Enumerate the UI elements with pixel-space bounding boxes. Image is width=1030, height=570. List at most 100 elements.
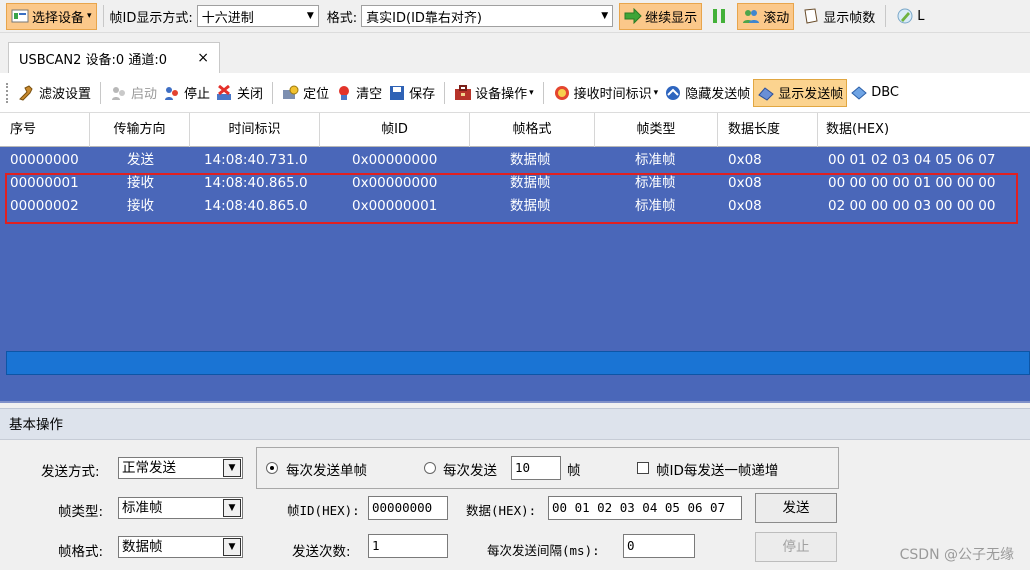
send-button[interactable]: 发送 — [755, 493, 837, 523]
send-interval-label: 每次发送间隔(ms): — [487, 543, 600, 558]
toolbar-separator — [100, 81, 102, 104]
column-header[interactable]: 传输方向 — [90, 113, 190, 147]
filter-settings-label: 滤波设置 — [39, 87, 92, 102]
stop-label: 停止 — [184, 87, 211, 102]
close-button[interactable]: 关闭 — [213, 79, 266, 107]
chevron-down-icon: ▼ — [223, 499, 241, 517]
table-row[interactable]: 00000000 发送 14:08:40.731.0 0x00000000 数据… — [0, 149, 1030, 172]
wrench-icon — [19, 84, 33, 101]
select-device-button[interactable]: 选择设备 ▾ — [6, 2, 97, 30]
close-label: 关闭 — [237, 87, 264, 102]
continue-display-button[interactable]: 继续显示 — [619, 2, 703, 30]
toolbar-grip[interactable] — [6, 82, 9, 103]
cell-time: 14:08:40.731.0 — [204, 152, 308, 168]
cell-frame-type: 标准帧 — [635, 152, 676, 168]
device-operations-label: 设备操作 — [475, 87, 528, 102]
dbc-button[interactable]: DBC — [847, 79, 902, 107]
highlight-box — [5, 173, 1018, 224]
main-toolbar: 选择设备 ▾ 帧ID显示方式: 十六进制 ▼ 格式: 真实ID(ID靠右对齐) … — [0, 0, 1030, 33]
chevron-down-icon: ▾ — [87, 11, 92, 21]
grid-bottom-border — [0, 401, 1030, 403]
toolbox-icon — [455, 84, 472, 100]
column-header[interactable]: 序号 — [0, 113, 90, 147]
close-icon[interactable]: × — [197, 50, 209, 66]
clear-button[interactable]: 清空 — [332, 79, 385, 107]
stop-button[interactable]: 停止 — [160, 79, 213, 107]
chevron-down-icon: ▼ — [223, 459, 241, 477]
id-increment-label: 帧ID每发送一帧递增 — [656, 463, 779, 479]
send-interval-input[interactable]: 0 — [623, 534, 695, 558]
column-header[interactable]: 时间标识 — [190, 113, 320, 147]
show-frame-count-label: 显示帧数 — [823, 10, 876, 26]
truncated-button[interactable]: L — [892, 3, 928, 30]
frame-id-mode-label: 帧ID显示方式: — [109, 10, 193, 26]
column-header[interactable]: 数据长度 — [718, 113, 818, 147]
save-label: 保存 — [409, 87, 436, 102]
device-operations-menu[interactable]: 设备操作 ▾ — [451, 79, 537, 107]
basic-operation-header: 基本操作 — [0, 408, 1030, 440]
hide-sent-frames-label: 隐藏发送帧 — [685, 87, 751, 102]
toolbar-separator — [102, 5, 104, 27]
send-multiple-radio[interactable] — [424, 462, 436, 474]
truncated-label: L — [917, 8, 925, 24]
pencil-icon — [897, 8, 913, 24]
clear-label: 清空 — [356, 87, 383, 102]
dbc-label: DBC — [871, 85, 900, 100]
frame-id-input[interactable]: 00000000 — [368, 496, 448, 520]
rx-time-mark-menu[interactable]: 接收时间标识 ▾ — [550, 79, 662, 107]
save-button[interactable]: 保存 — [385, 79, 438, 107]
data-hex-label: 数据(HEX): — [466, 503, 537, 518]
send-count-input[interactable]: 1 — [368, 534, 448, 558]
column-header[interactable]: 数据(HEX) — [818, 113, 1030, 147]
locate-icon — [283, 85, 299, 99]
frames-per-send-input[interactable]: 10 — [511, 456, 561, 480]
show-sent-icon — [758, 86, 774, 101]
show-sent-frames-button[interactable]: 显示发送帧 — [753, 78, 848, 107]
chevron-down-icon: ▼ — [223, 538, 241, 556]
frame-format-value: 数据帧 — [122, 539, 163, 555]
column-header[interactable]: 帧ID — [320, 113, 470, 147]
format-select[interactable]: 真实ID(ID靠右对齐) ▼ — [361, 5, 614, 27]
toolbar-separator — [272, 81, 274, 104]
id-increment-checkbox[interactable] — [637, 462, 649, 474]
rx-time-mark-label: 接收时间标识 — [573, 87, 652, 102]
hide-icon — [666, 85, 681, 100]
column-header[interactable]: 帧类型 — [595, 113, 718, 147]
send-mode-select[interactable]: 正常发送 ▼ — [118, 457, 243, 479]
tab-strip: USBCAN2 设备:0 通道:0 × — [0, 33, 1030, 73]
frame-id-mode-select[interactable]: 十六进制 ▼ — [196, 5, 319, 27]
locate-button[interactable]: 定位 — [279, 79, 332, 107]
cell-frame-id: 0x00000000 — [352, 152, 438, 168]
scroll-button[interactable]: 滚动 — [737, 2, 795, 30]
frame-grid[interactable]: 序号 传输方向 时间标识 帧ID 帧格式 帧类型 数据长度 数据(HEX) 00… — [0, 113, 1030, 403]
send-single-radio[interactable] — [266, 462, 278, 474]
toolbar-separator — [885, 5, 887, 27]
watermark-text: CSDN @公子无缘 — [899, 547, 1014, 563]
save-icon — [390, 85, 405, 100]
column-header[interactable]: 帧格式 — [470, 113, 595, 147]
frame-type-select[interactable]: 标准帧 ▼ — [118, 497, 243, 519]
send-multiple-label: 每次发送 — [443, 463, 497, 479]
frame-type-label: 帧类型: — [58, 504, 104, 520]
tab-usbcan2-channel0[interactable]: USBCAN2 设备:0 通道:0 × — [8, 42, 220, 73]
data-hex-input[interactable]: 00 01 02 03 04 05 06 07 — [548, 496, 742, 520]
document-icon — [804, 8, 818, 24]
frame-type-value: 标准帧 — [122, 500, 163, 516]
send-mode-label: 发送方式: — [41, 464, 100, 480]
stop-send-button[interactable]: 停止 — [755, 532, 837, 562]
start-button[interactable]: 启动 — [107, 79, 160, 107]
show-frame-count-button[interactable]: 显示帧数 — [798, 3, 879, 30]
pause-button[interactable] — [706, 3, 735, 30]
send-count-label: 发送次数: — [292, 544, 351, 560]
tab-label: USBCAN2 设备:0 通道:0 — [19, 52, 167, 68]
close-icon — [217, 84, 232, 100]
hide-sent-frames-button[interactable]: 隐藏发送帧 — [661, 79, 753, 107]
chevron-down-icon: ▾ — [653, 87, 659, 98]
dbc-icon — [851, 85, 868, 100]
select-device-label: 选择设备 — [32, 10, 85, 26]
horizontal-scrollbar[interactable] — [6, 351, 1030, 375]
filter-settings-button[interactable]: 滤波设置 — [15, 79, 94, 107]
chevron-down-icon: ▾ — [529, 87, 534, 98]
frame-format-select[interactable]: 数据帧 ▼ — [118, 536, 243, 558]
scroll-label: 滚动 — [763, 10, 790, 26]
